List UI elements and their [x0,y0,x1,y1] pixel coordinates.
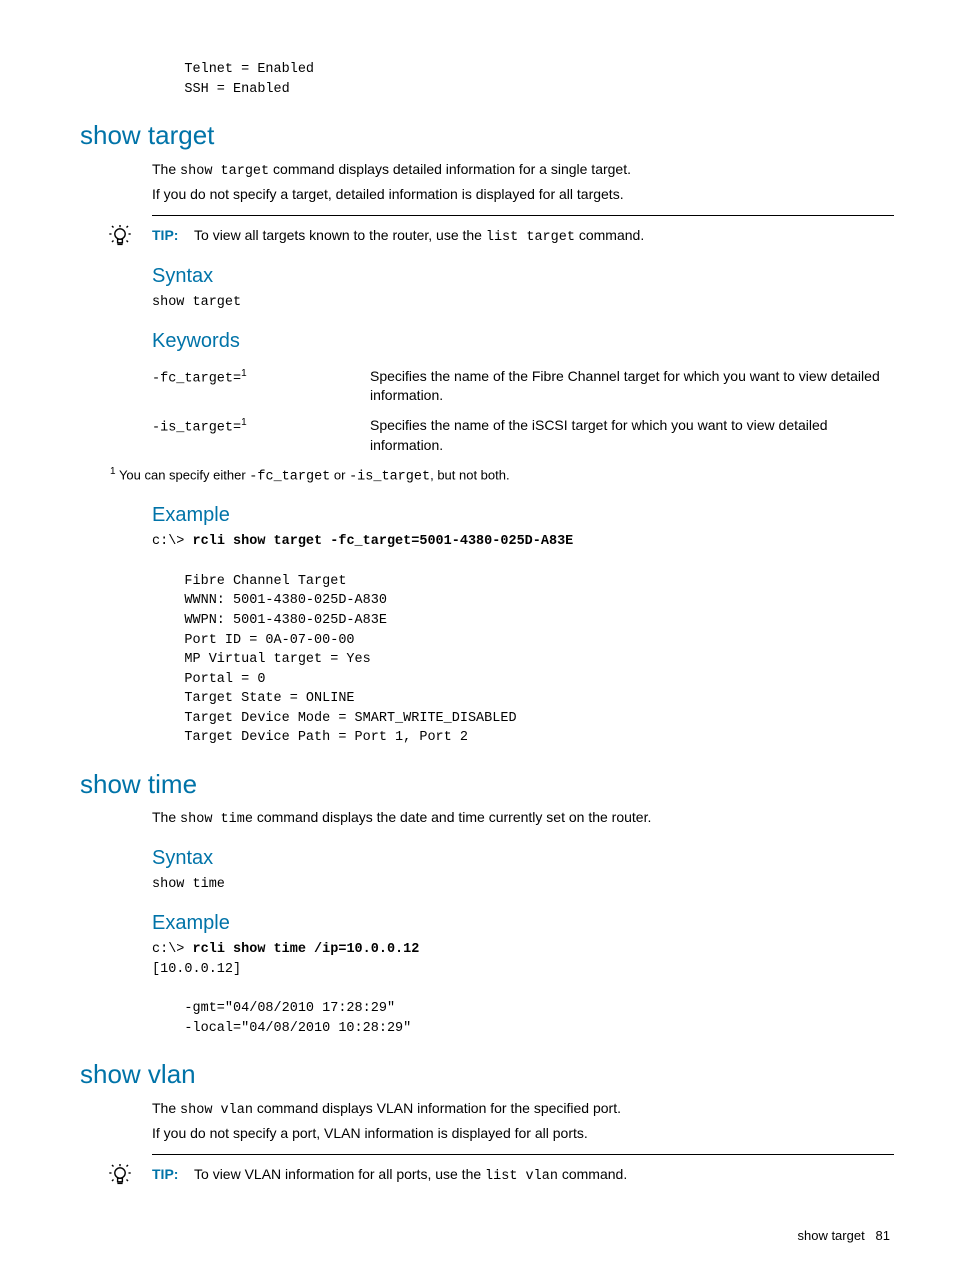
inline-code: -is_target [349,469,430,484]
prompt: c:\> [152,534,193,549]
tip-text: command. [558,1166,627,1182]
tip-block: TIP: To view all targets known to the ro… [152,215,894,248]
prompt: c:\> [152,942,193,957]
heading-example: Example [152,909,894,937]
tip-label: TIP: [152,1166,178,1182]
text: The [152,161,180,177]
footnote-text: or [330,467,349,482]
term-text: -fc_target= [152,371,241,386]
text: The [152,809,180,825]
inline-code: show time [180,812,253,827]
inline-code: -fc_target [249,469,330,484]
inline-code: show vlan [180,1103,253,1118]
heading-show-target: show target [80,117,894,153]
tip-block: TIP: To view VLAN information for all po… [152,1154,894,1187]
table-row: -fc_target=1 Specifies the name of the F… [152,363,894,412]
inline-code: list target [486,230,575,245]
example-output: Fibre Channel Target WWNN: 5001-4380-025… [152,552,894,748]
code-block-preface: Telnet = Enabled SSH = Enabled [80,60,894,99]
tip-label: TIP: [152,227,178,243]
heading-example: Example [152,501,894,529]
keywords-table: -fc_target=1 Specifies the name of the F… [152,363,894,461]
paragraph: The show target command displays detaile… [152,160,894,182]
heading-syntax: Syntax [152,262,894,290]
keyword-desc: Specifies the name of the Fibre Channel … [370,363,894,412]
footnote-ref: 1 [241,368,247,379]
heading-syntax: Syntax [152,844,894,872]
table-row: -is_target=1 Specifies the name of the i… [152,412,894,461]
tip-text: To view VLAN information for all ports, … [194,1166,485,1182]
lightbulb-icon [108,1163,132,1187]
term-text: -is_target= [152,420,241,435]
inline-code: show target [180,164,269,179]
page-footer: show target 81 [80,1227,894,1245]
paragraph: If you do not specify a target, detailed… [152,185,894,205]
example-command: c:\> rcli show target -fc_target=5001-43… [152,533,894,552]
text: command displays VLAN information for th… [253,1100,621,1116]
paragraph: If you do not specify a port, VLAN infor… [152,1124,894,1144]
text: command displays the date and time curre… [253,809,651,825]
tip-text: To view all targets known to the router,… [194,227,486,243]
example-command: c:\> rcli show time /ip=10.0.0.12 [152,941,894,960]
footnote-text: , but not both. [430,467,510,482]
footer-section: show target [797,1228,864,1243]
tip-text [182,227,194,243]
example-output: [10.0.0.12] -gmt="04/08/2010 17:28:29" -… [152,960,894,1038]
paragraph: The show vlan command displays VLAN info… [152,1099,894,1121]
command-bold: rcli show time /ip=10.0.0.12 [193,942,420,957]
inline-code: list vlan [485,1169,558,1184]
keyword-desc: Specifies the name of the iSCSI target f… [370,412,894,461]
keyword-term: -is_target=1 [152,412,370,461]
footnote: 1 You can specify either -fc_target or -… [110,465,894,487]
syntax-code: show time [152,876,894,895]
footer-page-number: 81 [876,1228,890,1243]
footnote-text: You can specify either [116,467,250,482]
paragraph: The show time command displays the date … [152,808,894,830]
syntax-code: show target [152,294,894,313]
heading-show-time: show time [80,766,894,802]
heading-keywords: Keywords [152,327,894,355]
text: command displays detailed information fo… [269,161,631,177]
tip-text: command. [575,227,644,243]
lightbulb-icon [108,224,132,248]
heading-show-vlan: show vlan [80,1056,894,1092]
text: The [152,1100,180,1116]
keyword-term: -fc_target=1 [152,363,370,412]
tip-text [182,1166,194,1182]
footnote-ref: 1 [241,417,247,428]
command-bold: rcli show target -fc_target=5001-4380-02… [193,534,574,549]
